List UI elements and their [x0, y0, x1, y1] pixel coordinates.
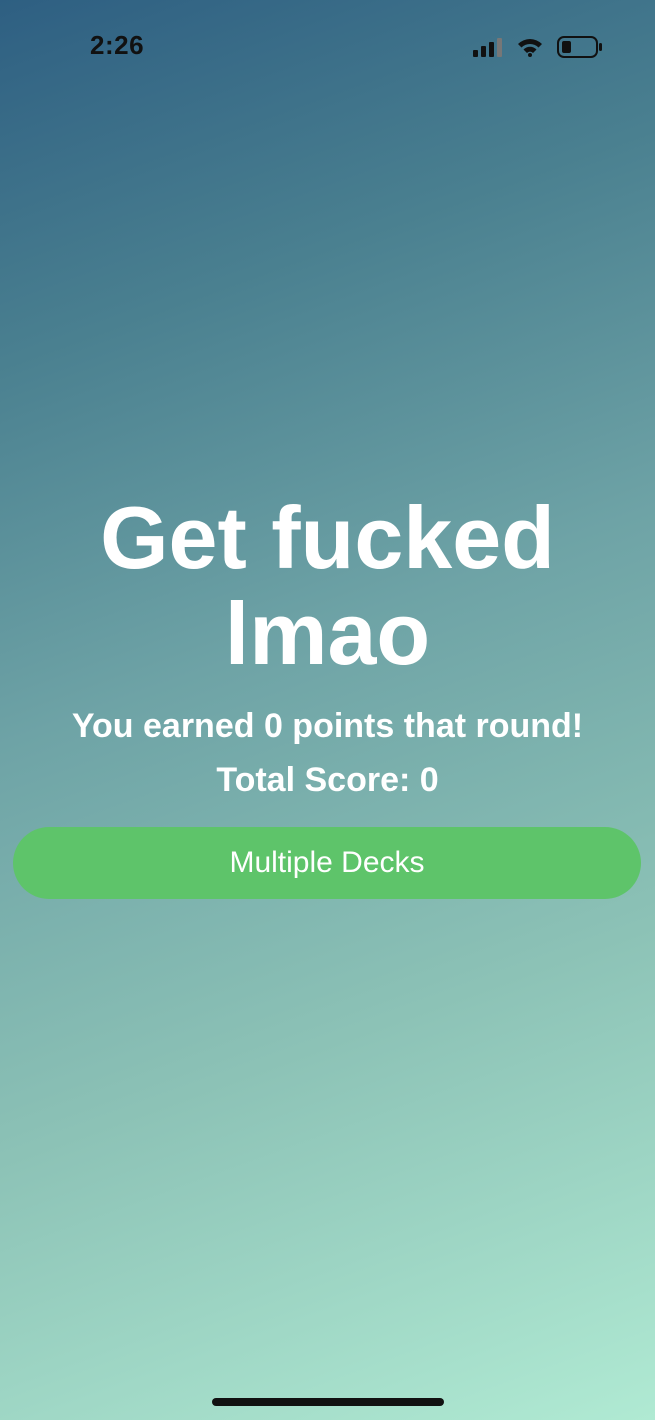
- wifi-icon: [517, 37, 543, 57]
- status-time: 2:26: [90, 30, 145, 60]
- result-panel: Get fucked lmao You earned 0 points that…: [0, 490, 655, 800]
- multiple-decks-button[interactable]: Multiple Decks: [13, 827, 641, 899]
- result-headline: Get fucked lmao: [100, 488, 555, 683]
- home-indicator[interactable]: [212, 1398, 444, 1406]
- status-bar: 2:26: [0, 0, 655, 96]
- battery-icon: [557, 36, 603, 58]
- points-earned-text: You earned 0 points that round!: [71, 707, 584, 745]
- status-icons: [473, 36, 603, 58]
- signal-icon: [473, 37, 503, 57]
- total-score-text: Total Score: 0: [216, 761, 439, 799]
